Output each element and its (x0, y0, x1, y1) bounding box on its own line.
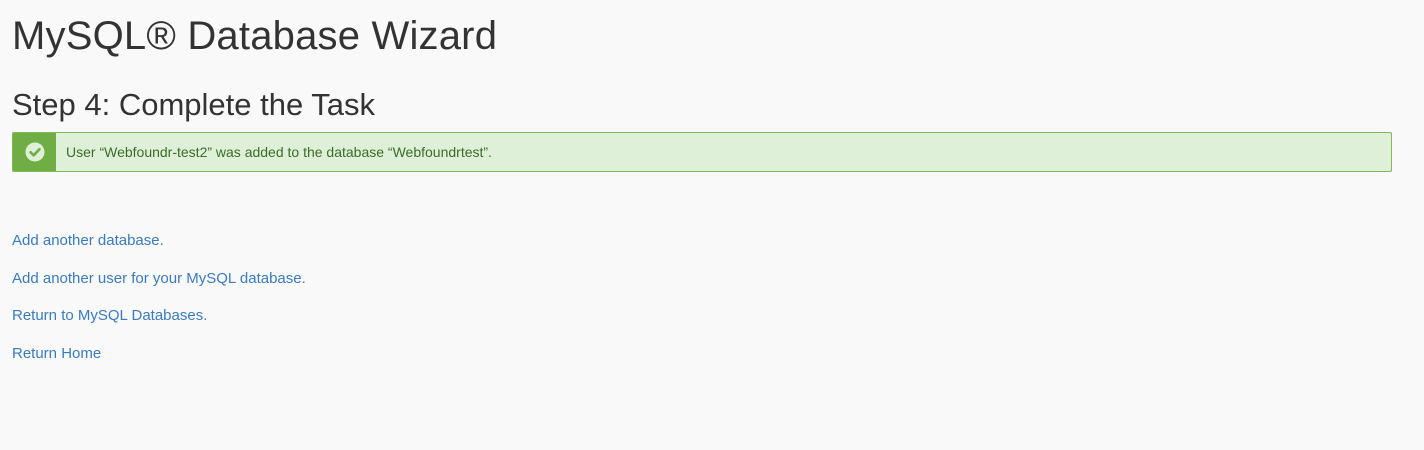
next-steps-links: Add another database. Add another user f… (12, 230, 306, 380)
page-title: MySQL® Database Wizard (12, 14, 498, 58)
list-item: Add another user for your MySQL database… (12, 268, 306, 306)
alert-icon-cell (13, 133, 56, 171)
return-to-mysql-databases-link[interactable]: Return to MySQL Databases. (12, 307, 207, 324)
list-item: Return Home (12, 343, 306, 381)
list-item: Return to MySQL Databases. (12, 305, 306, 343)
check-circle-icon (25, 142, 44, 162)
add-another-user-link[interactable]: Add another user for your MySQL database… (12, 270, 306, 287)
list-item: Add another database. (12, 230, 306, 268)
step-heading: Step 4: Complete the Task (12, 87, 376, 122)
success-alert: User “Webfoundr-test2” was added to the … (12, 132, 1392, 172)
alert-message: User “Webfoundr-test2” was added to the … (66, 144, 492, 160)
add-another-database-link[interactable]: Add another database. (12, 232, 164, 249)
return-home-link[interactable]: Return Home (12, 345, 101, 362)
